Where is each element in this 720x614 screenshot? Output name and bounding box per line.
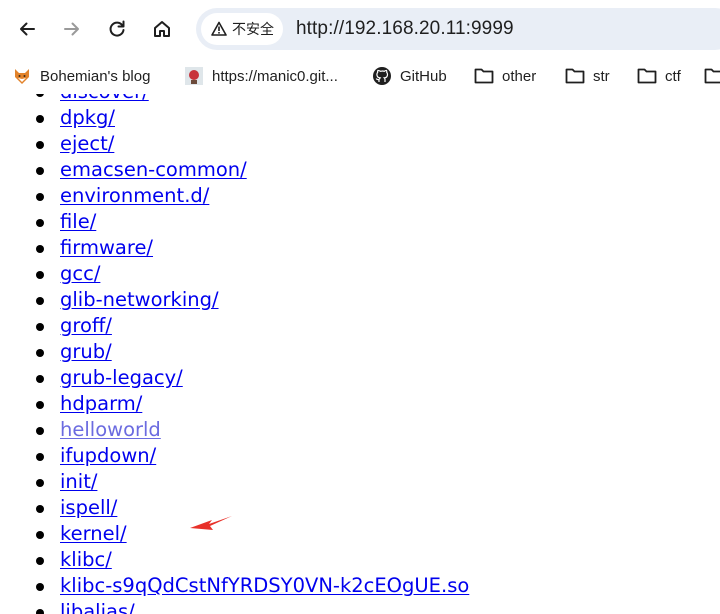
arrow-right-icon: [64, 22, 79, 36]
list-item: ispell/: [0, 495, 469, 521]
reload-icon: [109, 20, 125, 37]
bookmark-bohemians-blog[interactable]: Bohemian's blog: [12, 64, 150, 88]
dir-link[interactable]: dpkg/: [60, 106, 115, 129]
file-link[interactable]: klibc-s9qQdCstNfYRDSY0VN-k2cEOgUE.so: [60, 574, 469, 597]
directory-listing: discover/ dpkg/ eject/ emacsen-common/ e…: [0, 94, 469, 614]
list-item: kernel/: [0, 521, 469, 547]
dir-link[interactable]: init/: [60, 470, 97, 493]
folder-icon: [637, 66, 657, 86]
list-item: file/: [0, 209, 469, 235]
bookmark-label: https://manic0.git...: [212, 67, 338, 85]
list-item: gcc/: [0, 261, 469, 287]
dir-link[interactable]: file/: [60, 210, 96, 233]
bookmark-folder-overflow[interactable]: [704, 64, 720, 88]
site-favicon: [184, 66, 204, 86]
list-item: helloworld: [0, 417, 469, 443]
dir-link[interactable]: environment.d/: [60, 184, 209, 207]
list-item: emacsen-common/: [0, 157, 469, 183]
dir-link[interactable]: klibc/: [60, 548, 112, 571]
forward-button[interactable]: [55, 12, 89, 46]
github-icon: [372, 66, 392, 86]
dir-link[interactable]: eject/: [60, 132, 114, 155]
warning-icon: [211, 21, 227, 36]
folder-icon: [474, 66, 494, 86]
list-item: hdparm/: [0, 391, 469, 417]
page-content: discover/ dpkg/ eject/ emacsen-common/ e…: [0, 94, 720, 614]
bookmark-label: ctf: [665, 67, 681, 85]
bookmarks-bar: Bohemian's blog https://manic0.git... Gi…: [0, 58, 720, 94]
address-bar[interactable]: 不安全 http://192.168.20.11:9999: [196, 8, 720, 50]
list-item: klibc/: [0, 547, 469, 573]
bookmark-folder-other[interactable]: other: [474, 64, 536, 88]
dir-link[interactable]: groff/: [60, 314, 112, 337]
list-item: grub/: [0, 339, 469, 365]
dir-link[interactable]: glib-networking/: [60, 288, 219, 311]
list-item: grub-legacy/: [0, 365, 469, 391]
dir-link[interactable]: ispell/: [60, 496, 117, 519]
list-item: klibc-s9qQdCstNfYRDSY0VN-k2cEOgUE.so: [0, 573, 469, 599]
url-text[interactable]: http://192.168.20.11:9999: [296, 18, 514, 40]
bookmark-folder-str[interactable]: str: [565, 64, 610, 88]
bookmark-label: other: [502, 67, 537, 85]
dir-link[interactable]: emacsen-common/: [60, 158, 247, 181]
list-item: init/: [0, 469, 469, 495]
list-item: environment.d/: [0, 183, 469, 209]
list-item: libalias/: [0, 599, 469, 614]
list-item: eject/: [0, 131, 469, 157]
dir-link[interactable]: libalias/: [60, 600, 135, 614]
folder-icon: [704, 66, 720, 86]
dir-link[interactable]: gcc/: [60, 262, 100, 285]
bookmark-label: str: [593, 67, 610, 85]
dir-link[interactable]: discover/: [60, 94, 149, 103]
security-indicator[interactable]: 不安全: [201, 13, 283, 45]
reload-button[interactable]: [100, 12, 134, 46]
list-item: glib-networking/: [0, 287, 469, 313]
file-link-helloworld[interactable]: helloworld: [60, 418, 161, 441]
security-label: 不安全: [232, 22, 274, 38]
list-item: groff/: [0, 313, 469, 339]
list-item: discover/: [0, 94, 469, 105]
dir-link[interactable]: grub/: [60, 340, 112, 363]
dir-link[interactable]: firmware/: [60, 236, 153, 259]
red-arrow-annotation: [190, 516, 232, 530]
home-icon: [154, 21, 170, 37]
browser-toolbar: 不安全 http://192.168.20.11:9999: [0, 0, 720, 58]
bookmark-folder-ctf[interactable]: ctf: [637, 64, 681, 88]
list-item: firmware/: [0, 235, 469, 261]
dir-link[interactable]: ifupdown/: [60, 444, 156, 467]
bookmark-manic0[interactable]: https://manic0.git...: [184, 64, 338, 88]
bookmark-label: GitHub: [400, 67, 447, 85]
dir-link[interactable]: hdparm/: [60, 392, 142, 415]
arrow-left-icon: [20, 22, 35, 36]
bookmark-github[interactable]: GitHub: [372, 64, 447, 88]
back-button[interactable]: [10, 12, 44, 46]
bookmark-label: Bohemian's blog: [40, 67, 151, 85]
list-item: ifupdown/: [0, 443, 469, 469]
dir-link[interactable]: kernel/: [60, 522, 127, 545]
home-button[interactable]: [145, 12, 179, 46]
fox-favicon: [12, 66, 32, 86]
dir-link[interactable]: grub-legacy/: [60, 366, 183, 389]
folder-icon: [565, 66, 585, 86]
list-item: dpkg/: [0, 105, 469, 131]
